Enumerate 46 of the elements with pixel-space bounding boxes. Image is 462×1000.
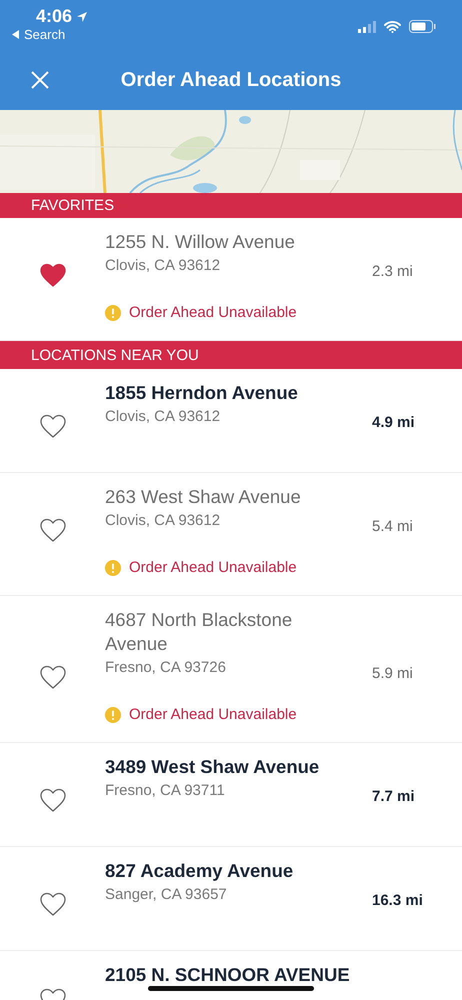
location-distance: 5.4 mi (372, 517, 414, 537)
location-name: 2105 N. SCHNOOR AVENUE (105, 963, 351, 987)
location-distance: 4.9 mi (372, 413, 416, 433)
signal-icon (358, 20, 376, 32)
heart-outline-button[interactable] (38, 413, 66, 439)
location-name: 4687 North Blackstone Avenue (105, 608, 294, 656)
heart-outline-button[interactable] (38, 787, 66, 813)
unavailable-notice: Order Ahead Unavailable (129, 303, 297, 323)
location-row[interactable]: 3489 West Shaw Avenue Fresno, CA 93711 7.7 mi (0, 743, 462, 847)
location-row[interactable]: 263 West Shaw Avenue Clovis, CA 93612 5.4 mi Order Ahead Unavailable (0, 473, 462, 596)
location-arrow-icon (76, 10, 88, 22)
warning-icon (105, 560, 121, 576)
unavailable-notice: Order Ahead Unavailable (129, 705, 297, 725)
location-name: 1255 N. Willow Avenue (105, 230, 296, 254)
wifi-icon (384, 20, 401, 32)
unavailable-notice: Order Ahead Unavailable (129, 558, 297, 578)
location-city: Sanger, CA 93657 (105, 885, 228, 905)
heart-outline-button[interactable] (38, 664, 66, 690)
section-header: FAVORITES (0, 193, 462, 218)
location-city: Fresno, CA 93726 (105, 658, 227, 678)
section-header: LOCATIONS NEAR YOU (0, 341, 462, 369)
back-link[interactable]: Search (24, 27, 66, 42)
location-name: 827 Academy Avenue (105, 859, 294, 883)
location-name: 263 West Shaw Avenue (105, 485, 302, 509)
heart-outline-button[interactable] (38, 891, 66, 917)
location-row[interactable]: 827 Academy Avenue Sanger, CA 93657 16.3 mi (0, 847, 462, 951)
battery-icon (409, 20, 436, 33)
location-name: 3489 West Shaw Avenue (105, 755, 320, 779)
location-row[interactable]: 1855 Herndon Avenue Clovis, CA 93612 4.9 mi (0, 369, 462, 473)
location-distance: 2.3 mi (372, 262, 414, 282)
warning-icon (105, 707, 121, 723)
location-city: Fresno, CA 93711 (105, 781, 226, 801)
location-city: Clovis, CA 93612 (105, 256, 222, 276)
back-triangle-icon[interactable] (12, 30, 20, 39)
status-time: 4:06 (36, 6, 72, 27)
location-city: Clovis, CA 93612 (105, 511, 222, 531)
warning-icon (105, 305, 121, 321)
screen-title: Order Ahead Locations (120, 68, 342, 92)
heart-outline-button[interactable] (38, 517, 66, 543)
location-city: Clovis, CA 93612 (105, 407, 222, 427)
location-distance: 7.7 mi (372, 787, 416, 807)
filled-heart-button[interactable] (38, 262, 66, 288)
location-name: 1855 Herndon Avenue (105, 381, 299, 405)
location-distance: 5.9 mi (372, 664, 414, 684)
location-distance: 16.3 mi (372, 891, 424, 911)
location-row[interactable]: 4687 North Blackstone Avenue Fresno, CA 93726 5.9 mi Order Ahead Unavailable (0, 596, 462, 743)
